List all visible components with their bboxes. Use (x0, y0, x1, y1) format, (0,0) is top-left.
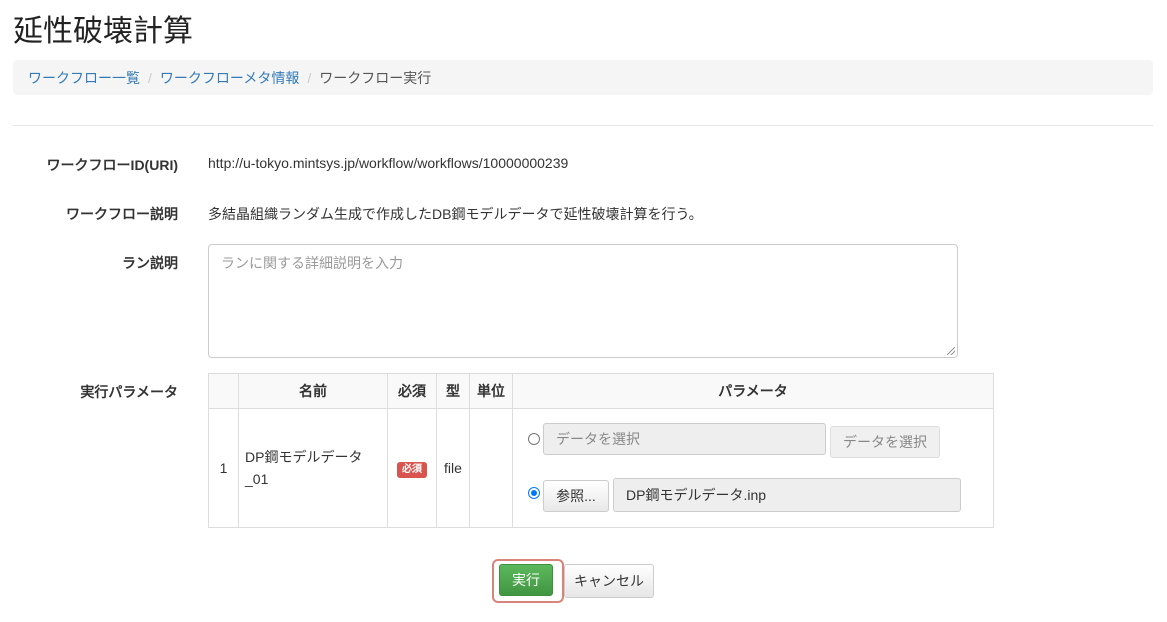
col-header-unit: 単位 (469, 373, 513, 409)
col-header-type: 型 (436, 373, 470, 409)
row-unit (469, 408, 513, 528)
workflow-desc-label: ワークフロー説明 (66, 206, 178, 222)
selected-file-field: DP鋼モデルデータ.inp (613, 478, 961, 512)
col-header-index (208, 373, 239, 409)
required-badge: 必須 (397, 461, 427, 478)
row-type: file (436, 408, 470, 528)
run-desc-label: ラン説明 (122, 255, 178, 271)
radio-browse-file[interactable] (528, 487, 540, 499)
breadcrumb-separator: / (307, 69, 312, 86)
resize-grip-icon[interactable] (947, 347, 955, 355)
select-data-button: データを選択 (830, 426, 940, 458)
radio-select-data[interactable] (528, 433, 540, 445)
table-header-row: 名前 必須 型 単位 パラメータ (208, 373, 994, 409)
run-button[interactable]: 実行 (499, 564, 553, 596)
breadcrumb-separator: / (148, 69, 152, 86)
row-parameter: データを選択 データを選択 参照... DP鋼モデルデータ.inp (512, 408, 994, 528)
breadcrumb-workflow-list[interactable]: ワークフロー一覧 (28, 68, 140, 88)
workflow-id-value: http://u-tokyo.mintsys.jp/workflow/workf… (208, 155, 569, 171)
col-header-name: 名前 (238, 373, 388, 409)
row-name: DP鋼モデルデータ_01 (238, 408, 388, 528)
workflow-id-label: ワークフローID(URI) (46, 157, 178, 173)
run-desc-placeholder: ランに関する詳細説明を入力 (221, 255, 403, 271)
breadcrumb-current: ワークフロー実行 (319, 69, 432, 86)
breadcrumb: ワークフロー一覧 / ワークフローメタ情報 / ワークフロー実行 (13, 60, 1153, 95)
browse-button[interactable]: 参照... (543, 480, 609, 512)
divider (13, 125, 1153, 126)
cancel-button[interactable]: キャンセル (564, 564, 654, 598)
row-index: 1 (208, 408, 239, 528)
params-label: 実行パラメータ (80, 384, 178, 400)
page-title: 延性破壊計算 (13, 15, 193, 48)
row-required: 必須 (387, 408, 437, 528)
workflow-desc-value: 多結晶組織ランダム生成で作成したDB鋼モデルデータで延性破壊計算を行う。 (208, 206, 703, 222)
table-row: 1 DP鋼モデルデータ_01 必須 file データを選択 データを選択 参照.… (208, 408, 994, 528)
select-data-field: データを選択 (543, 423, 826, 455)
run-desc-textarea[interactable]: ランに関する詳細説明を入力 (208, 244, 958, 358)
col-header-parameter: パラメータ (512, 373, 994, 409)
params-table: 名前 必須 型 単位 パラメータ 1 DP鋼モデルデータ_01 必須 file … (208, 373, 994, 528)
col-header-required: 必須 (387, 373, 437, 409)
breadcrumb-workflow-meta[interactable]: ワークフローメタ情報 (160, 68, 299, 88)
